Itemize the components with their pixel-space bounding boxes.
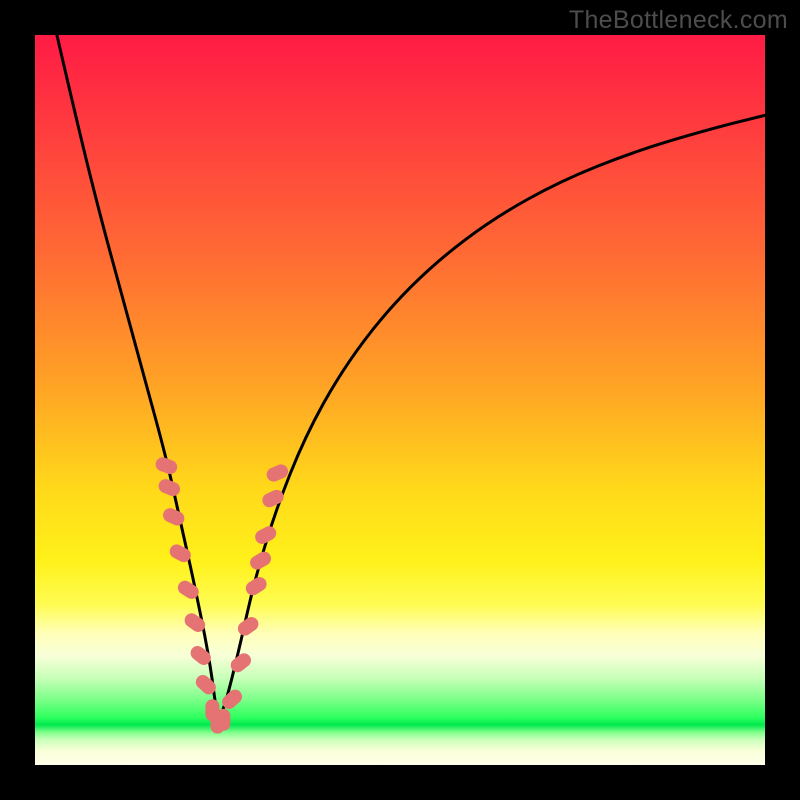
watermark-text: TheBottleneck.com (569, 6, 788, 35)
highlight-dot (154, 455, 179, 476)
highlight-dot (161, 506, 187, 528)
bottleneck-curve (57, 35, 765, 715)
highlight-dot (157, 477, 183, 498)
highlight-dot (248, 549, 274, 572)
plot-area (35, 35, 765, 765)
highlight-dot (216, 709, 230, 731)
highlight-dot (243, 574, 269, 598)
highlight-dot (235, 614, 261, 638)
curve-layer (35, 35, 765, 765)
highlight-dot (228, 650, 254, 675)
chart-frame: TheBottleneck.com (0, 0, 800, 800)
bottleneck-curve-path (57, 35, 765, 715)
